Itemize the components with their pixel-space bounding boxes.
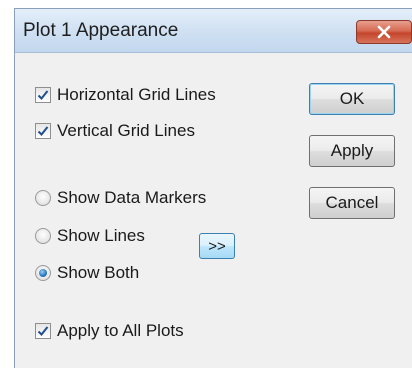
show-lines-option[interactable]: Show Lines xyxy=(35,224,145,248)
horizontal-grid-lines-label: Horizontal Grid Lines xyxy=(57,85,216,104)
show-both-option[interactable]: Show Both xyxy=(35,261,139,285)
show-data-markers-radio[interactable] xyxy=(35,190,51,206)
line-options-more-button[interactable]: >> xyxy=(199,233,235,259)
show-data-markers-label: Show Data Markers xyxy=(57,188,207,207)
horizontal-grid-lines-checkbox[interactable] xyxy=(35,87,51,103)
close-button[interactable] xyxy=(356,20,412,44)
plot-appearance-dialog: Plot 1 Appearance Horizontal Grid Lines … xyxy=(14,8,412,368)
close-x-icon xyxy=(377,25,391,39)
title-bar[interactable]: Plot 1 Appearance xyxy=(15,9,412,53)
apply-button[interactable]: Apply xyxy=(309,135,395,167)
apply-to-all-plots-option[interactable]: Apply to All Plots xyxy=(35,319,184,343)
ok-button[interactable]: OK xyxy=(309,83,395,115)
apply-to-all-plots-label: Apply to All Plots xyxy=(57,321,184,340)
vertical-grid-lines-label: Vertical Grid Lines xyxy=(57,121,195,140)
vertical-grid-lines-checkbox[interactable] xyxy=(35,123,51,139)
check-mark-icon xyxy=(37,126,49,136)
cancel-button[interactable]: Cancel xyxy=(309,187,395,219)
dialog-title: Plot 1 Appearance xyxy=(23,20,179,41)
vertical-grid-lines-option[interactable]: Vertical Grid Lines xyxy=(35,119,195,143)
check-mark-icon xyxy=(37,326,49,336)
show-both-label: Show Both xyxy=(57,263,140,282)
horizontal-grid-lines-option[interactable]: Horizontal Grid Lines xyxy=(35,83,216,107)
show-lines-label: Show Lines xyxy=(57,226,145,245)
show-data-markers-option[interactable]: Show Data Markers xyxy=(35,186,206,210)
check-mark-icon xyxy=(37,90,49,100)
show-lines-radio[interactable] xyxy=(35,228,51,244)
show-both-radio[interactable] xyxy=(35,265,51,281)
apply-to-all-plots-checkbox[interactable] xyxy=(35,323,51,339)
